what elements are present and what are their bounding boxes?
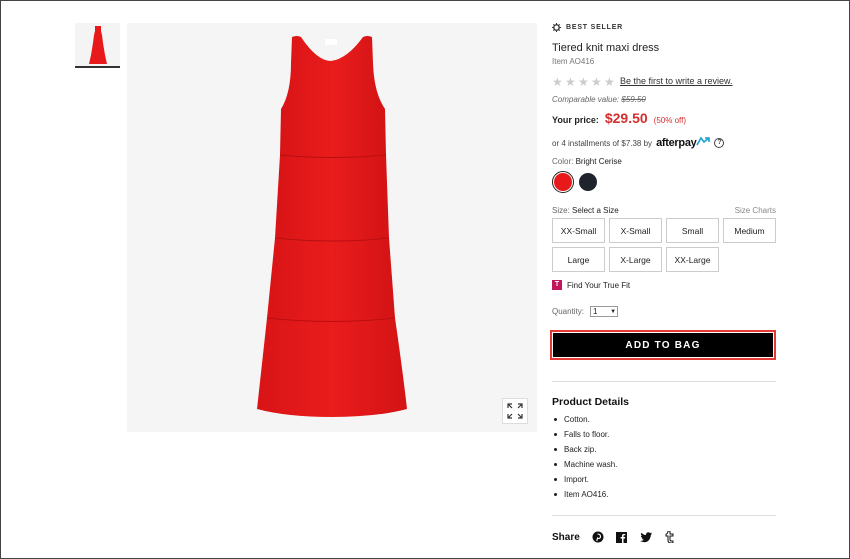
add-to-bag-button[interactable]: ADD TO BAG [553, 333, 773, 357]
star-icon: ★ [552, 75, 563, 89]
size-option[interactable]: XX-Large [666, 247, 719, 272]
swatch-bright-cerise[interactable] [552, 171, 574, 193]
product-title: Tiered knit maxi dress [552, 42, 660, 54]
divider [552, 381, 776, 382]
detail-item: Falls to floor. [552, 429, 617, 444]
divider [552, 515, 776, 516]
size-option[interactable]: Small [666, 218, 719, 243]
rating-stars[interactable]: ★ ★ ★ ★ ★ [552, 76, 616, 88]
size-value: Select a Size [572, 206, 619, 215]
quantity-label: Quantity: [552, 307, 585, 316]
installments-text: or 4 installments of $7.38 by [552, 138, 653, 148]
detail-item: Import. [552, 474, 617, 489]
comparable-price: $59.50 [621, 95, 646, 104]
expand-image-button[interactable] [502, 398, 528, 424]
color-value: Bright Cerise [575, 157, 622, 166]
add-to-bag-focus-outline: ADD TO BAG [550, 330, 776, 360]
dress-image [257, 36, 407, 417]
size-grid: XX-Small X-Small Small Medium Large X-La… [552, 218, 776, 272]
sale-price: $29.50 [604, 110, 648, 126]
afterpay-logo-text: afterpay [656, 137, 697, 149]
size-option[interactable]: XX-Small [552, 218, 605, 243]
product-details-title: Product Details [552, 396, 630, 408]
quantity-select[interactable]: 1 ▼ [590, 306, 619, 317]
facebook-icon[interactable] [616, 531, 628, 543]
expand-icon [507, 403, 523, 419]
star-icon: ★ [565, 75, 576, 89]
thumbnail-selected-indicator [75, 66, 120, 68]
share-row: Share [552, 531, 676, 543]
size-option[interactable]: X-Large [609, 247, 662, 272]
comparable-label: Comparable value: [552, 95, 620, 104]
product-main-image[interactable] [127, 23, 537, 432]
color-swatches [552, 171, 599, 193]
comparable-value: Comparable value: $59.50 [552, 95, 646, 104]
star-icon: ★ [604, 75, 615, 89]
dropdown-arrow-icon: ▼ [610, 308, 617, 315]
write-review-link[interactable]: Be the first to write a review. [620, 76, 733, 86]
product-details-list: Cotton. Falls to floor. Back zip. Machin… [552, 414, 617, 504]
item-number: Item AO416 [552, 57, 595, 66]
true-fit-link[interactable]: T Find Your True Fit [552, 280, 630, 290]
price-label: Your price: [552, 115, 599, 125]
product-thumbnail[interactable] [75, 23, 120, 66]
twitter-icon[interactable] [639, 531, 652, 543]
info-icon[interactable]: ? [714, 138, 725, 148]
afterpay-arrows-icon [696, 136, 711, 146]
color-label-row: Color: Bright Cerise [552, 157, 622, 166]
size-option[interactable]: Large [552, 247, 605, 272]
size-option[interactable]: X-Small [609, 218, 662, 243]
truefit-icon: T [552, 280, 562, 290]
price-row: Your price: $29.50 (50% off) [552, 110, 686, 126]
quantity-value: 1 [593, 307, 598, 316]
swatch-color [554, 173, 572, 191]
share-label: Share [552, 531, 580, 543]
size-label: Size: [552, 206, 570, 215]
afterpay-logo: afterpay [656, 136, 711, 149]
detail-item: Machine wash. [552, 459, 617, 474]
star-icon: ★ [578, 75, 589, 89]
tumblr-icon[interactable] [664, 531, 676, 543]
quantity-row: Quantity: 1 ▼ [552, 306, 619, 317]
pinterest-icon[interactable] [592, 531, 604, 543]
star-icon: ★ [591, 75, 602, 89]
swatch-navy[interactable] [577, 171, 599, 193]
afterpay-row: or 4 installments of $7.38 by afterpay ? [552, 136, 725, 149]
best-seller-badge: BEST SELLER [552, 23, 623, 32]
truefit-label: Find Your True Fit [567, 280, 631, 290]
dress-thumbnail-image [88, 25, 107, 64]
detail-item: Item AO416. [552, 489, 617, 504]
size-option[interactable]: Medium [723, 218, 776, 243]
size-label-group: Size: Select a Size [552, 206, 619, 215]
detail-item: Cotton. [552, 414, 617, 429]
size-charts-link[interactable]: Size Charts [735, 206, 776, 215]
swatch-color [579, 173, 597, 191]
color-label: Color: [552, 157, 574, 166]
gear-badge-icon [552, 23, 561, 32]
size-label-row: Size: Select a Size Size Charts [552, 206, 776, 215]
discount-percent: (50% off) [653, 116, 686, 125]
badge-label: BEST SELLER [566, 24, 624, 31]
detail-item: Back zip. [552, 444, 617, 459]
